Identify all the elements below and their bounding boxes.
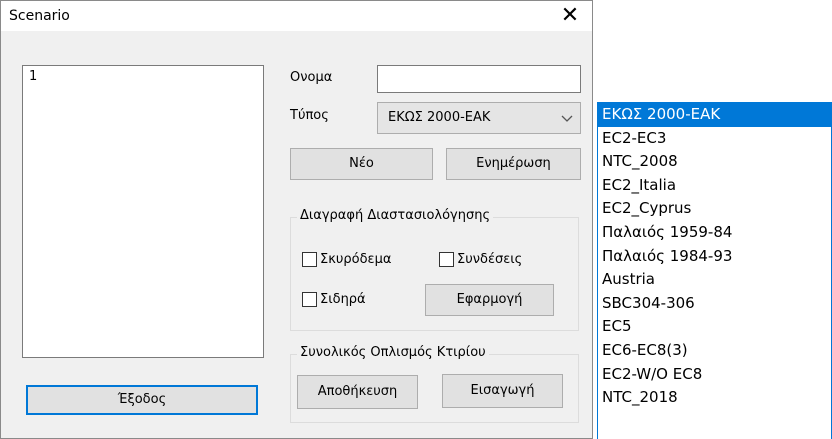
dropdown-option-ntc-2018[interactable]: NTC_2018	[598, 386, 831, 410]
connections-checkbox-label: Συνδέσεις	[457, 252, 523, 267]
steel-checkbox-label: Σιδηρά	[320, 292, 366, 307]
connections-checkbox[interactable]: Συνδέσεις	[439, 252, 522, 267]
close-icon: ✕	[560, 3, 580, 28]
type-select[interactable]: ΕΚΩΣ 2000-ΕΑΚ	[377, 102, 581, 134]
steel-checkbox[interactable]: Σιδηρά	[302, 292, 366, 307]
delete-group-title: Διαγραφή Διαστασιολόγησης	[297, 208, 494, 223]
dropdown-option-ec6-ec8[interactable]: EC6-EC8(3)	[598, 339, 831, 363]
chevron-down-icon	[561, 115, 573, 122]
dropdown-option-austria[interactable]: Austria	[598, 268, 831, 292]
dropdown-option-ntc-2008[interactable]: NTC_2008	[598, 150, 831, 174]
type-label: Τύπος	[290, 108, 329, 123]
dropdown-option-ec2-italia[interactable]: EC2_Italia	[598, 174, 831, 198]
concrete-checkbox[interactable]: Σκυρόδεμα	[302, 252, 391, 267]
close-button[interactable]: ✕	[548, 1, 592, 31]
dropdown-option-old-1984-93[interactable]: Παλαιός 1984-93	[598, 245, 831, 269]
dropdown-option-sbc304-306[interactable]: SBC304-306	[598, 292, 831, 316]
save-button[interactable]: Αποθήκευση	[297, 375, 418, 409]
type-dropdown-list: ΕΚΩΣ 2000-ΕΑΚ EC2-EC3 NTC_2008 EC2_Itali…	[597, 102, 832, 439]
dropdown-option-ec2-wo-ec8[interactable]: EC2-W/O EC8	[598, 363, 831, 387]
concrete-checkbox-box[interactable]	[302, 252, 317, 267]
exit-button[interactable]: Έξοδος	[26, 385, 258, 415]
apply-button[interactable]: Εφαρμογή	[425, 284, 554, 316]
new-button[interactable]: Νέο	[290, 148, 433, 180]
list-item[interactable]: 1	[29, 69, 37, 84]
name-input[interactable]	[377, 65, 581, 93]
dropdown-option-ekos-2000[interactable]: ΕΚΩΣ 2000-ΕΑΚ	[598, 103, 831, 127]
scenario-list[interactable]: 1	[22, 65, 264, 358]
steel-checkbox-box[interactable]	[302, 292, 317, 307]
dialog-title: Scenario	[9, 8, 70, 24]
type-select-value: ΕΚΩΣ 2000-ΕΑΚ	[388, 110, 491, 125]
dropdown-option-ec2-ec3[interactable]: EC2-EC3	[598, 127, 831, 151]
dropdown-option-old-1959-84[interactable]: Παλαιός 1959-84	[598, 221, 831, 245]
dropdown-option-ec2-cyprus[interactable]: EC2_Cyprus	[598, 197, 831, 221]
concrete-checkbox-label: Σκυρόδεμα	[320, 252, 392, 267]
name-label: Ονομα	[290, 70, 333, 85]
reinforcement-group-title: Συνολικός Οπλισμός Κτιρίου	[297, 345, 489, 360]
connections-checkbox-box[interactable]	[439, 252, 454, 267]
update-button[interactable]: Ενημέρωση	[446, 148, 581, 180]
dropdown-option-ec5[interactable]: EC5	[598, 315, 831, 339]
title-bar: Scenario ✕	[1, 1, 592, 31]
scenario-dialog: Scenario ✕ 1 Ονομα Τύπος ΕΚΩΣ 2000-ΕΑΚ Ν…	[0, 0, 593, 439]
import-button[interactable]: Εισαγωγή	[442, 374, 563, 408]
